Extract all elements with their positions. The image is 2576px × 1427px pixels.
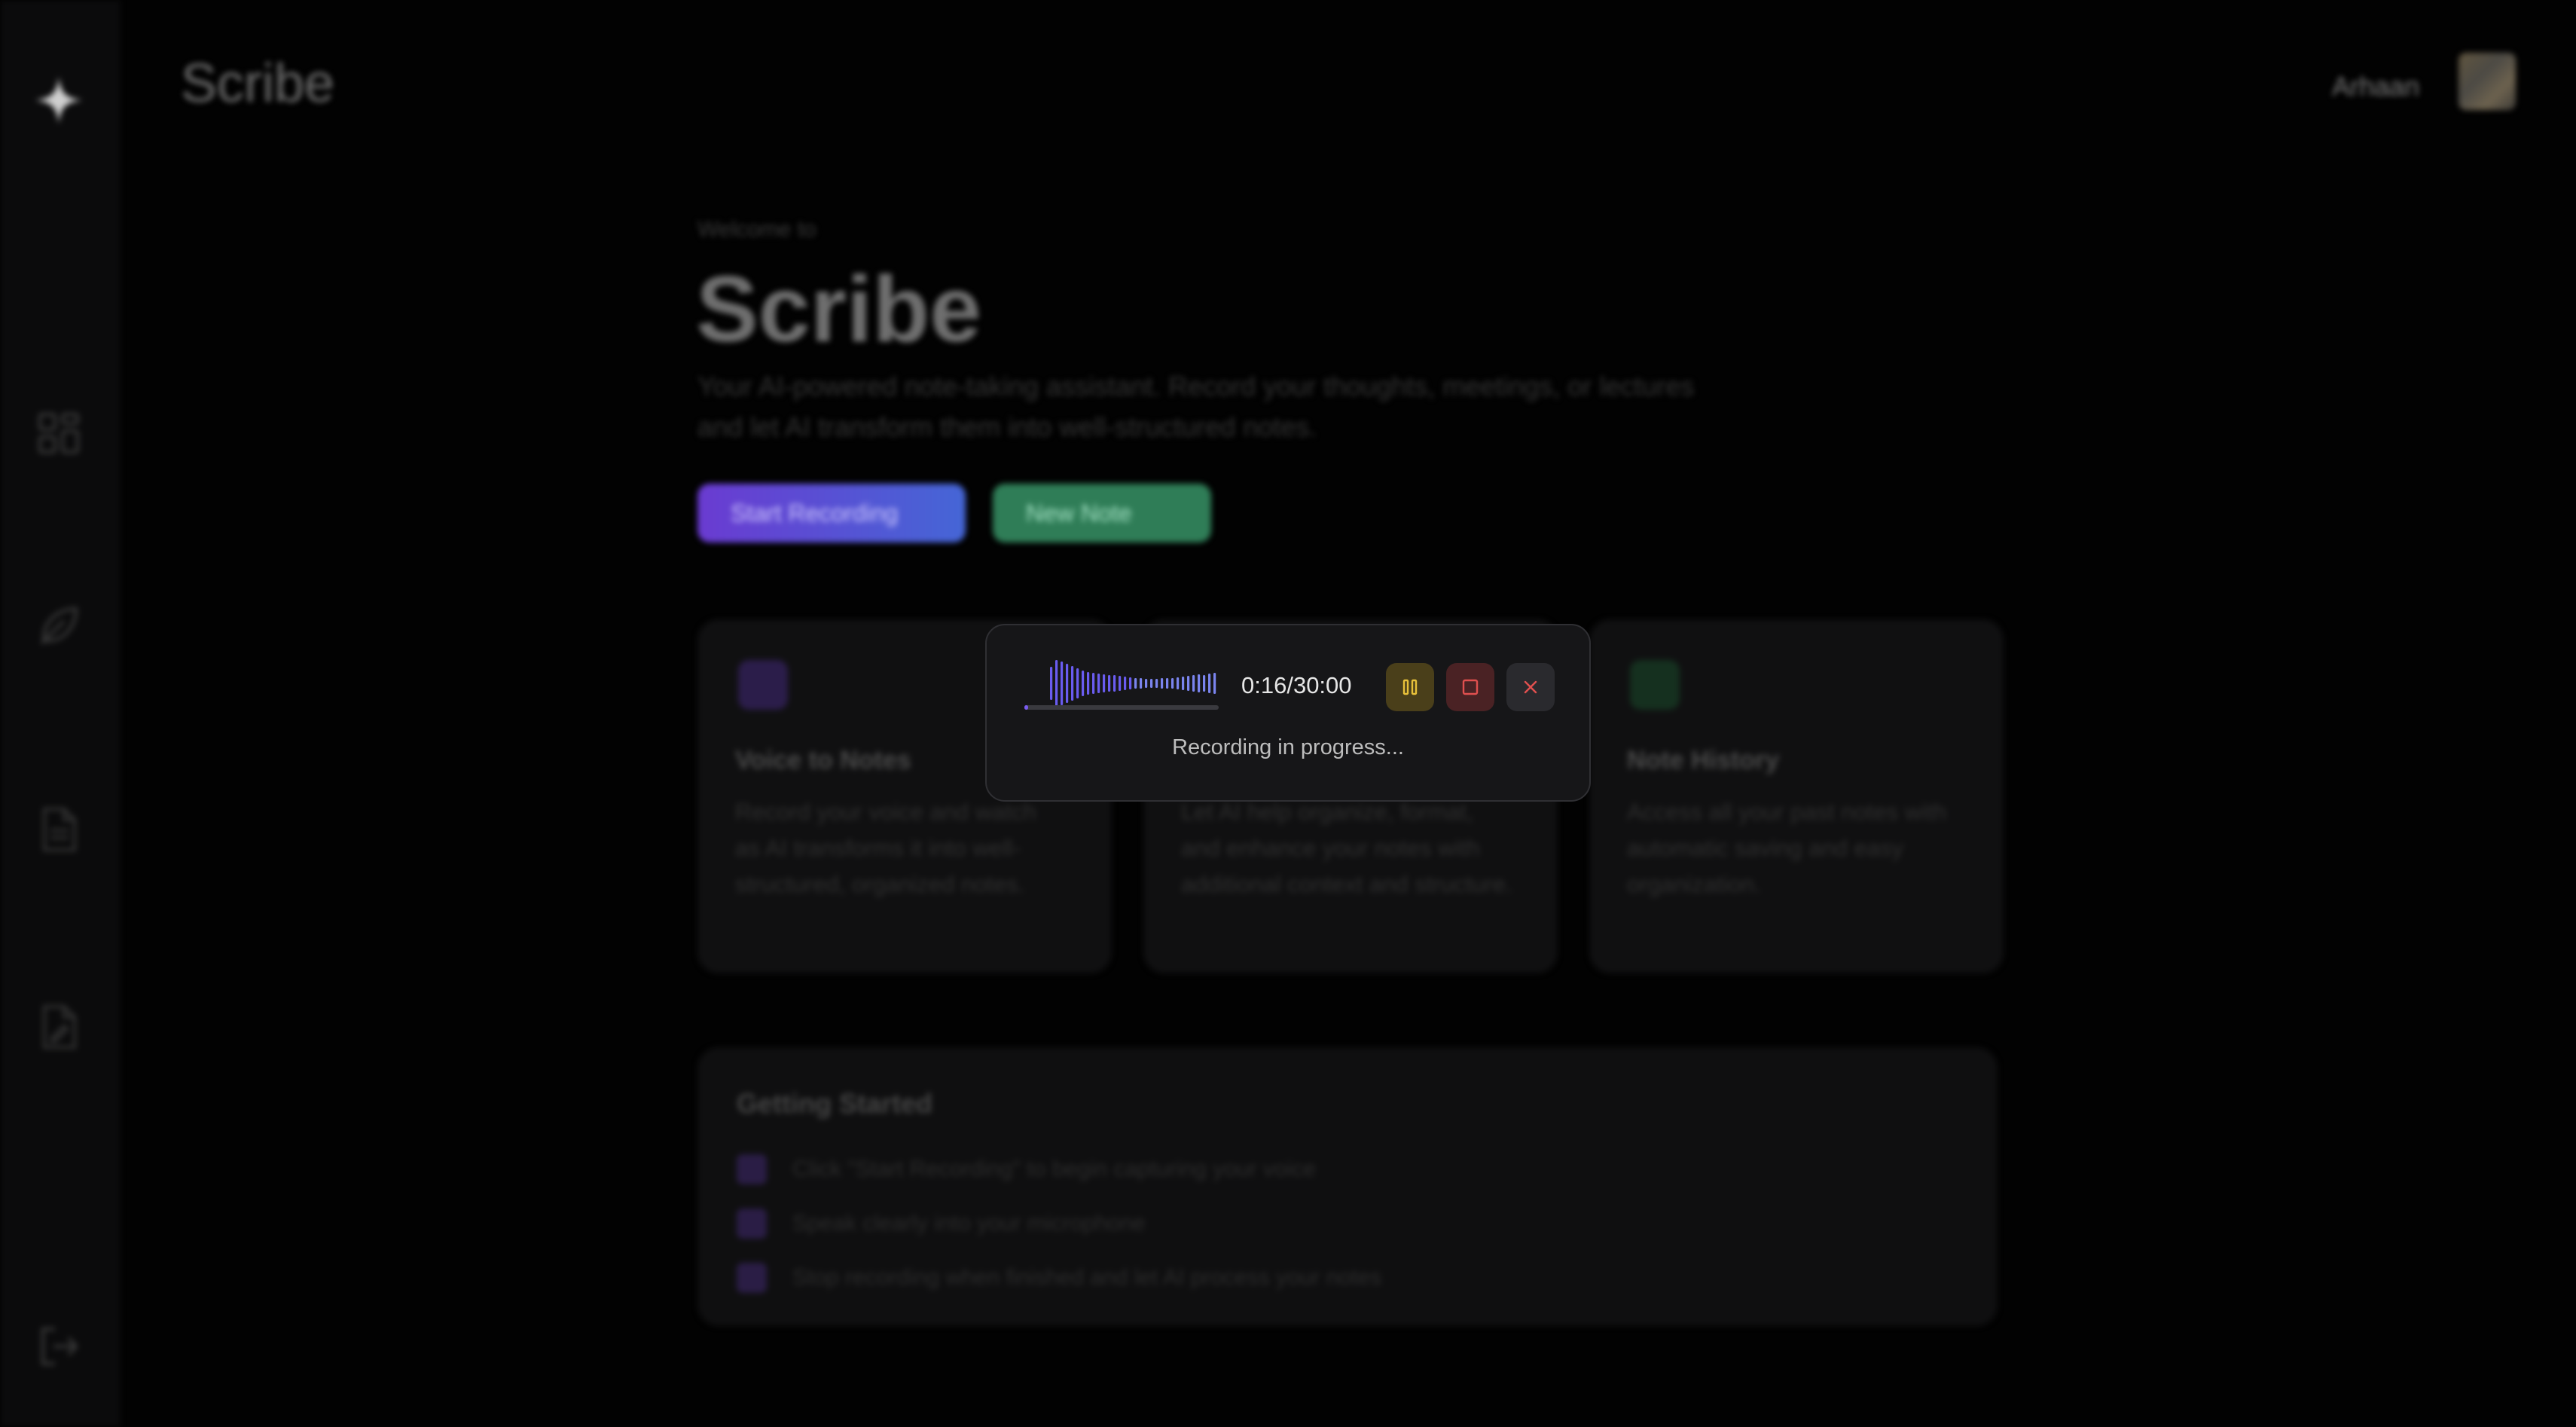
waveform-bar	[1087, 672, 1090, 695]
getting-started-step: Click "Start Recording" to begin capturi…	[737, 1153, 1316, 1186]
waveform-bar	[1066, 664, 1069, 703]
history-icon	[1630, 660, 1680, 710]
step-text: Stop recording when finished and let AI …	[792, 1265, 1382, 1290]
close-icon	[1524, 680, 1537, 694]
waveform-bar	[1103, 674, 1106, 692]
waveform-bar	[1055, 660, 1058, 707]
waveform-bar	[1166, 678, 1169, 689]
waveform-bar	[1113, 675, 1116, 692]
hero-description: Your AI-powered note-taking assistant. R…	[697, 366, 1752, 448]
hero-description-line: Your AI-powered note-taking assistant. R…	[697, 371, 1695, 402]
waveform-bar	[1129, 677, 1132, 689]
feature-description: Access all your past notes with automati…	[1627, 799, 1946, 897]
waveform-bar	[1187, 676, 1190, 691]
waveform-bar	[1076, 668, 1079, 698]
recording-progress-fill	[1024, 705, 1029, 710]
waveform-bar	[1124, 677, 1127, 690]
waveform-bar	[1071, 666, 1074, 701]
getting-started-panel: Getting Started Click "Start Recording" …	[697, 1047, 1998, 1326]
step-text: Speak clearly into your microphone	[792, 1211, 1146, 1236]
new-note-label: New Note	[1026, 499, 1132, 527]
sparkle-logo-icon[interactable]	[34, 75, 84, 125]
new-note-button[interactable]: New Note	[993, 484, 1211, 542]
waveform-bar	[1203, 675, 1206, 692]
app-title: Scribe	[181, 53, 335, 114]
check-icon	[737, 1154, 767, 1184]
recording-status: Recording in progress...	[1172, 735, 1404, 759]
waveform-bar	[1140, 678, 1143, 689]
recording-timer: 0:16/30:00	[1241, 672, 1352, 698]
waveform-bar	[1061, 662, 1064, 705]
waveform-bar	[1182, 677, 1185, 690]
document-icon[interactable]	[34, 805, 84, 854]
pause-icon	[1402, 679, 1418, 695]
feature-title: Note History	[1627, 746, 1780, 775]
hero-description-line: and let AI transform them into well-stru…	[697, 411, 1317, 442]
feature-description: Let AI help organize, format, and enhanc…	[1181, 799, 1512, 897]
getting-started-step: Speak clearly into your microphone	[737, 1207, 1146, 1240]
stop-icon	[1462, 679, 1479, 695]
waveform-bar	[1198, 674, 1201, 692]
waveform-bar	[1192, 675, 1195, 692]
cancel-button[interactable]	[1506, 663, 1555, 711]
waveform-bar	[1050, 667, 1053, 700]
welcome-text: Welcome to	[697, 217, 816, 242]
logout-icon[interactable]	[34, 1322, 84, 1371]
waveform-bar	[1108, 675, 1111, 692]
waveform-bar	[1161, 678, 1164, 689]
document-edit-icon[interactable]	[34, 1002, 84, 1052]
waveform-bar	[1171, 678, 1174, 689]
waveform	[1050, 660, 1216, 707]
waveform-bar	[1150, 679, 1153, 688]
dashboard-icon[interactable]	[34, 408, 84, 458]
avatar[interactable]	[2458, 53, 2516, 110]
waveform-bar	[1119, 676, 1122, 691]
waveform-bar	[1097, 674, 1100, 693]
start-recording-button[interactable]: Start Recording	[697, 484, 966, 542]
recording-progress-bar	[1024, 705, 1219, 710]
hero-title: Scribe	[696, 258, 982, 362]
microphone-icon	[738, 660, 788, 710]
waveform-bar	[1213, 673, 1216, 694]
getting-started-step: Stop recording when finished and let AI …	[737, 1261, 1381, 1294]
feature-description: Record your voice and watch as AI transf…	[735, 799, 1036, 897]
check-icon	[737, 1263, 767, 1293]
step-text: Click "Start Recording" to begin capturi…	[792, 1157, 1316, 1181]
start-recording-label: Start Recording	[731, 499, 899, 527]
sidebar	[0, 0, 121, 1427]
feature-title: Voice to Notes	[735, 746, 911, 775]
check-icon	[737, 1209, 767, 1239]
waveform-bar	[1208, 674, 1211, 693]
getting-started-title: Getting Started	[737, 1088, 933, 1119]
waveform-bar	[1145, 679, 1148, 688]
pause-button[interactable]	[1386, 663, 1434, 711]
waveform-bar	[1155, 679, 1158, 688]
waveform-bar	[1082, 671, 1085, 696]
feather-icon[interactable]	[34, 601, 84, 651]
stop-button[interactable]	[1446, 663, 1494, 711]
waveform-bar	[1134, 678, 1137, 689]
user-name[interactable]: Arhaan	[2332, 71, 2419, 102]
waveform-bar	[1092, 673, 1095, 694]
recording-dialog: 0:16/30:00 Recording in progress...	[985, 624, 1591, 802]
feature-card: Note History Access all your past notes …	[1589, 619, 2004, 973]
waveform-bar	[1177, 677, 1180, 689]
